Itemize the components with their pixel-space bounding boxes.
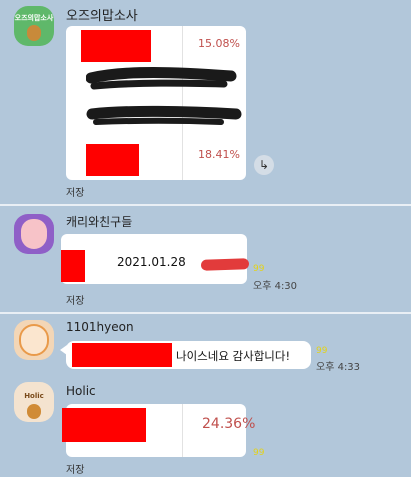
save-label[interactable]: 저장 xyxy=(66,184,84,199)
redacted-block xyxy=(81,30,151,62)
sender-name: 캐리와친구들 xyxy=(66,215,133,229)
avatar-carrie[interactable] xyxy=(14,214,54,254)
divider xyxy=(0,204,411,206)
character-face-icon xyxy=(19,324,49,356)
avatar-label: 오즈의맙소사 xyxy=(14,14,54,22)
redacted-block xyxy=(62,408,146,442)
unread-count: 99 xyxy=(253,448,265,458)
timestamp: 오후 4:30 xyxy=(253,281,298,292)
scribble-redaction xyxy=(86,67,242,125)
image-message-2[interactable]: 2021.01.28 xyxy=(61,234,250,284)
table-divider xyxy=(182,404,183,457)
bubble-tail xyxy=(60,345,67,355)
redacted-block xyxy=(72,343,172,367)
image-message-4[interactable]: 24.36% xyxy=(62,404,255,457)
avatar-1101hyeon[interactable] xyxy=(14,320,54,360)
percent-value: 18.41% xyxy=(198,148,240,161)
message-text: 나이스네요 감사합니다! xyxy=(176,349,291,363)
redacted-block xyxy=(61,250,85,282)
timestamp: 오후 4:33 xyxy=(316,362,361,373)
sender-name: 1101hyeon xyxy=(66,320,134,334)
avatar-holic[interactable]: Holic xyxy=(14,382,54,422)
bear-icon xyxy=(27,404,41,419)
avatar-ozu[interactable]: 오즈의맙소사 xyxy=(14,6,54,46)
avatar-label: Holic xyxy=(24,392,44,400)
percent-value: 15.08% xyxy=(198,37,240,50)
peach-icon xyxy=(21,219,47,249)
redacted-block xyxy=(86,144,139,176)
save-label[interactable]: 저장 xyxy=(66,292,84,307)
divider xyxy=(0,312,411,314)
save-label[interactable]: 저장 xyxy=(66,461,84,476)
sender-name: Holic xyxy=(66,384,96,398)
red-scribble-redaction xyxy=(200,258,250,271)
image-message-1[interactable]: 15.08% 18.41% xyxy=(66,26,246,180)
percent-value: 24.36% xyxy=(202,416,256,432)
text-message-3[interactable]: 나이스네요 감사합니다! xyxy=(66,341,311,369)
share-icon: ↳ xyxy=(258,158,270,172)
sender-name: 오즈의맙소사 xyxy=(66,9,138,24)
share-button[interactable]: ↳ xyxy=(254,155,274,175)
unread-count: 99 xyxy=(253,264,265,274)
date-text: 2021.01.28 xyxy=(117,255,186,269)
bear-icon xyxy=(27,25,41,41)
unread-count: 99 xyxy=(316,346,328,356)
